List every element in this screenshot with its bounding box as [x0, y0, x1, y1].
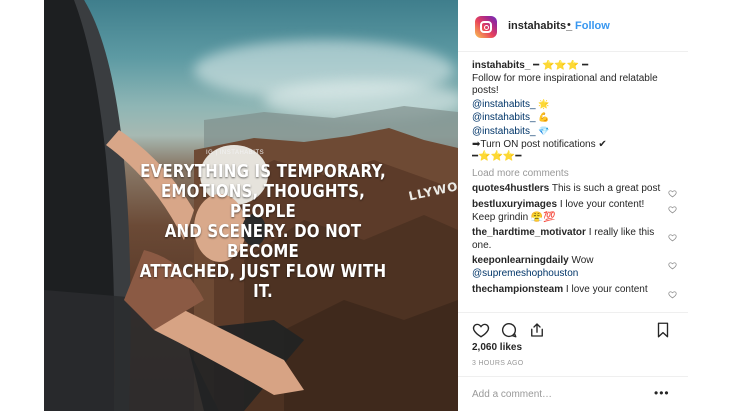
quote-line: ATTACHED, JUST FLOW WITH IT. [139, 262, 387, 302]
caption-username[interactable]: instahabits_ [472, 60, 530, 71]
post-header: instahabits_ • Follow [458, 0, 688, 52]
comment-like-icon[interactable] [668, 233, 677, 242]
comment-username[interactable]: the_hardtime_motivator [472, 227, 586, 238]
add-comment-row: ••• [458, 376, 688, 411]
comment-username[interactable]: thechampionsteam [472, 284, 563, 295]
caption-line: Follow for more inspirational and relata… [472, 72, 658, 97]
image-quote-text: EVERYTHING IS TEMPORARY, EMOTIONS, THOUG… [134, 162, 392, 302]
heart-icon[interactable] [472, 321, 490, 339]
follow-button[interactable]: Follow [575, 20, 610, 32]
avatar[interactable] [475, 16, 497, 38]
caption-mention[interactable]: @instahabits_ [472, 112, 536, 123]
more-options-icon[interactable]: ••• [654, 386, 670, 400]
post-timestamp: 3 HOURS AGO [472, 360, 524, 367]
comment-text: I love your content [565, 283, 648, 295]
lens-icon [483, 24, 489, 30]
comment-item: quotes4hustlers This is such a great pos… [472, 183, 677, 198]
post-side-panel: instahabits_ • Follow instahabits_ ━ ⭐⭐⭐… [458, 0, 688, 411]
comments-list[interactable]: instahabits_ ━ ⭐⭐⭐ ━ Follow for more ins… [472, 60, 677, 312]
comment-like-icon[interactable] [668, 261, 677, 270]
quote-line: EMOTIONS, THOUGHTS, PEOPLE [160, 182, 366, 222]
comment-username[interactable]: quotes4hustlers [472, 183, 549, 194]
caption-line: ➡Turn ON post notifications ✔ [472, 138, 607, 150]
header-separator: • [567, 19, 571, 31]
quote-line: EVERYTHING IS TEMPORARY, [140, 162, 386, 182]
header-username[interactable]: instahabits_ [508, 20, 572, 32]
comment-item: keeponlearningdaily Wow @supremeshophous… [472, 255, 677, 280]
likes-count[interactable]: 2,060 likes [472, 342, 522, 353]
post-actions-bar [458, 312, 688, 342]
caption-mention[interactable]: @instahabits_ [472, 126, 536, 137]
caption-line: ━⭐⭐⭐━ [472, 151, 522, 163]
comment-item: the_hardtime_motivator I really like thi… [472, 227, 677, 252]
comment-username[interactable]: bestluxuryimages [472, 199, 557, 210]
comment-like-icon[interactable] [668, 205, 677, 214]
comment-like-icon[interactable] [668, 189, 677, 198]
comment-item: thechampionsteam I love your content [472, 283, 677, 299]
comment-mention[interactable]: @supremeshophouston [472, 268, 578, 279]
muscle-emoji-icon: 💪 [538, 112, 550, 123]
comment-username[interactable]: keeponlearningdaily [472, 255, 569, 266]
load-more-comments-button[interactable]: Load more comments [472, 168, 677, 181]
image-watermark: IG | INSTAHABITS [206, 150, 265, 156]
comment-text: This is such a great post [551, 183, 661, 195]
comment-like-icon[interactable] [668, 290, 677, 299]
star-emoji-icon: 🌟 [538, 98, 550, 109]
caption-mention[interactable]: @instahabits_ [472, 99, 536, 110]
share-icon[interactable] [528, 321, 546, 339]
bookmark-icon[interactable] [654, 321, 672, 339]
comment-text: Wow [571, 255, 594, 267]
quote-line: AND SCENERY. DO NOT BECOME [164, 222, 362, 262]
caption-line: ━ ⭐⭐⭐ ━ [533, 60, 589, 71]
post-image[interactable]: IG | INSTAHABITS LLYWOOD EVERYTHING IS T… [44, 0, 458, 411]
diamond-emoji-icon: 💎 [538, 125, 550, 136]
comment-icon[interactable] [500, 321, 518, 339]
comment-item: bestluxuryimages I love your content! Ke… [472, 199, 677, 224]
add-comment-input[interactable] [472, 386, 642, 402]
post-caption: instahabits_ ━ ⭐⭐⭐ ━ Follow for more ins… [472, 60, 677, 164]
